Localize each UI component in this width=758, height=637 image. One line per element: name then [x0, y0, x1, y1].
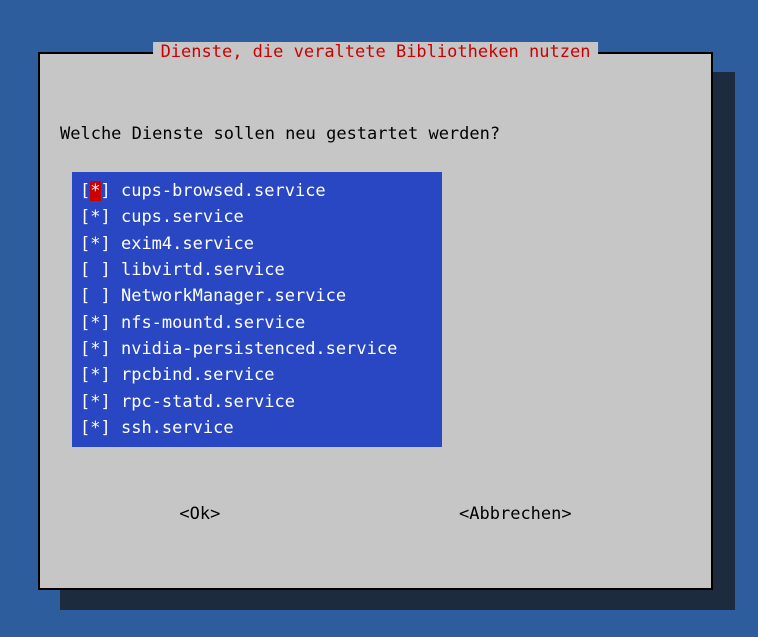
checkbox-mark[interactable] — [90, 260, 100, 280]
checkbox-mark[interactable]: * — [90, 181, 100, 201]
checkbox-mark[interactable]: * — [90, 234, 100, 254]
service-item[interactable]: [ ] libvirtd.service — [72, 257, 442, 283]
checkbox-mark[interactable]: * — [90, 207, 100, 227]
cancel-button[interactable]: <Abbrechen> — [449, 502, 582, 526]
checkbox-mark[interactable]: * — [90, 313, 100, 333]
checkbox-mark[interactable]: * — [90, 365, 100, 385]
checkbox-mark[interactable]: * — [90, 339, 100, 359]
checkbox-mark[interactable]: * — [90, 418, 100, 438]
dialog-content: Welche Dienste sollen neu gestartet werd… — [40, 54, 711, 546]
service-item[interactable]: [*] nfs-mountd.service — [72, 310, 442, 336]
dialog-question: Welche Dienste sollen neu gestartet werd… — [60, 124, 691, 144]
service-item[interactable]: [*] cups-browsed.service — [72, 178, 442, 204]
service-item[interactable]: [*] ssh.service — [72, 415, 442, 441]
service-item[interactable]: [*] nvidia-persistenced.service — [72, 336, 442, 362]
service-item[interactable]: [ ] NetworkManager.service — [72, 283, 442, 309]
service-list[interactable]: [*] cups-browsed.service[*] cups.service… — [72, 172, 442, 447]
service-item[interactable]: [*] exim4.service — [72, 231, 442, 257]
checkbox-mark[interactable]: * — [90, 392, 100, 412]
dialog-box: Dienste, die veraltete Bibliotheken nutz… — [38, 52, 713, 590]
ok-button[interactable]: <Ok> — [169, 502, 230, 526]
dialog-title: Dienste, die veraltete Bibliotheken nutz… — [153, 42, 599, 62]
checkbox-mark[interactable] — [90, 286, 100, 306]
button-row: <Ok> <Abbrechen> — [60, 502, 691, 526]
service-item[interactable]: [*] rpcbind.service — [72, 362, 442, 388]
service-item[interactable]: [*] rpc-statd.service — [72, 389, 442, 415]
service-item[interactable]: [*] cups.service — [72, 204, 442, 230]
